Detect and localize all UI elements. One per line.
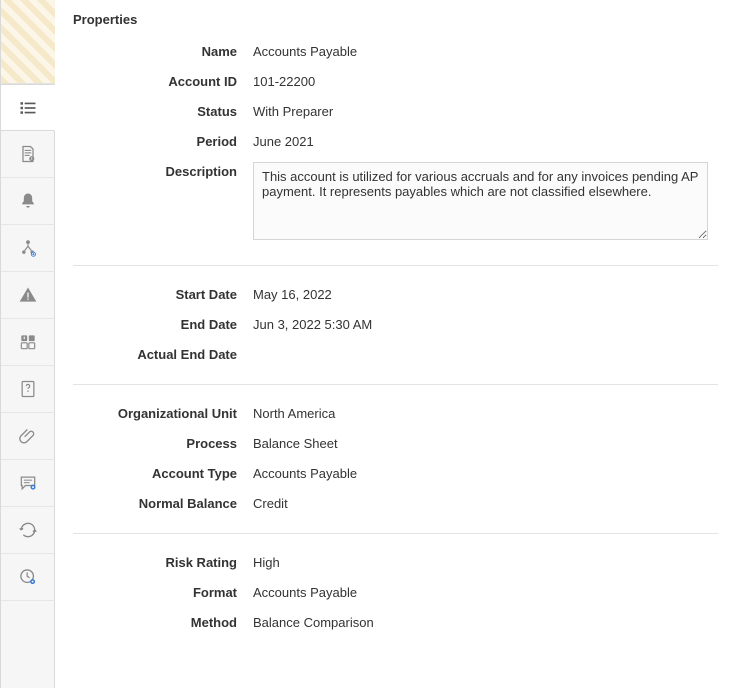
value-name: Accounts Payable — [253, 42, 718, 62]
warning-icon — [18, 285, 38, 305]
bell-icon — [18, 191, 38, 211]
nav-workflow[interactable] — [1, 225, 55, 272]
list-icon — [18, 98, 38, 118]
value-period: June 2021 — [253, 132, 718, 152]
value-status: With Preparer — [253, 102, 718, 122]
value-method: Balance Comparison — [253, 613, 718, 633]
nav-attributes[interactable] — [1, 319, 55, 366]
document-info-icon — [18, 144, 38, 164]
row-normal-balance: Normal Balance Credit — [73, 489, 718, 519]
row-org-unit: Organizational Unit North America — [73, 399, 718, 429]
separator — [73, 265, 718, 266]
row-risk-rating: Risk Rating High — [73, 548, 718, 578]
row-account-type: Account Type Accounts Payable — [73, 459, 718, 489]
rail-spacer — [1, 601, 55, 688]
comment-icon — [18, 473, 38, 493]
label-account-id: Account ID — [73, 72, 253, 92]
panel-title: Properties — [73, 12, 718, 27]
row-process: Process Balance Sheet — [73, 429, 718, 459]
row-format: Format Accounts Payable — [73, 578, 718, 608]
clock-gear-icon — [18, 567, 38, 587]
question-icon — [18, 379, 38, 399]
label-normal-balance: Normal Balance — [73, 494, 253, 514]
rail-thumbnail — [1, 0, 55, 84]
paperclip-icon — [18, 426, 38, 446]
value-normal-balance: Credit — [253, 494, 718, 514]
label-method: Method — [73, 613, 253, 633]
side-rail — [0, 0, 55, 688]
label-end-date: End Date — [73, 315, 253, 335]
workflow-icon — [18, 238, 38, 258]
nav-warnings[interactable] — [1, 272, 55, 319]
value-account-type: Accounts Payable — [253, 464, 718, 484]
nav-history[interactable] — [1, 507, 55, 554]
label-description: Description — [73, 162, 253, 182]
row-period: Period June 2021 — [73, 127, 718, 157]
nav-prior[interactable] — [1, 554, 55, 601]
row-end-date: End Date Jun 3, 2022 5:30 AM — [73, 310, 718, 340]
label-actual-end-date: Actual End Date — [73, 345, 253, 365]
properties-panel: Properties Name Accounts Payable Account… — [55, 0, 736, 688]
label-account-type: Account Type — [73, 464, 253, 484]
attributes-icon — [18, 332, 38, 352]
value-org-unit: North America — [253, 404, 718, 424]
row-status: Status With Preparer — [73, 97, 718, 127]
nav-comments[interactable] — [1, 460, 55, 507]
label-process: Process — [73, 434, 253, 454]
history-icon — [18, 520, 38, 540]
value-risk-rating: High — [253, 553, 718, 573]
separator — [73, 533, 718, 534]
value-process: Balance Sheet — [253, 434, 718, 454]
row-actual-end-date: Actual End Date — [73, 340, 718, 370]
row-name: Name Accounts Payable — [73, 37, 718, 67]
nav-questions[interactable] — [1, 366, 55, 413]
row-description: Description — [73, 157, 718, 251]
label-start-date: Start Date — [73, 285, 253, 305]
nav-attachments[interactable] — [1, 413, 55, 460]
label-period: Period — [73, 132, 253, 152]
nav-instructions[interactable] — [1, 131, 55, 178]
value-end-date: Jun 3, 2022 5:30 AM — [253, 315, 718, 335]
value-start-date: May 16, 2022 — [253, 285, 718, 305]
label-risk-rating: Risk Rating — [73, 553, 253, 573]
label-name: Name — [73, 42, 253, 62]
description-textarea[interactable] — [253, 162, 708, 240]
value-format: Accounts Payable — [253, 583, 718, 603]
label-org-unit: Organizational Unit — [73, 404, 253, 424]
row-method: Method Balance Comparison — [73, 608, 718, 638]
label-format: Format — [73, 583, 253, 603]
row-start-date: Start Date May 16, 2022 — [73, 280, 718, 310]
nav-alerts[interactable] — [1, 178, 55, 225]
value-account-id: 101-22200 — [253, 72, 718, 92]
app-root: Properties Name Accounts Payable Account… — [0, 0, 736, 688]
nav-properties[interactable] — [1, 84, 55, 131]
row-account-id: Account ID 101-22200 — [73, 67, 718, 97]
label-status: Status — [73, 102, 253, 122]
separator — [73, 384, 718, 385]
